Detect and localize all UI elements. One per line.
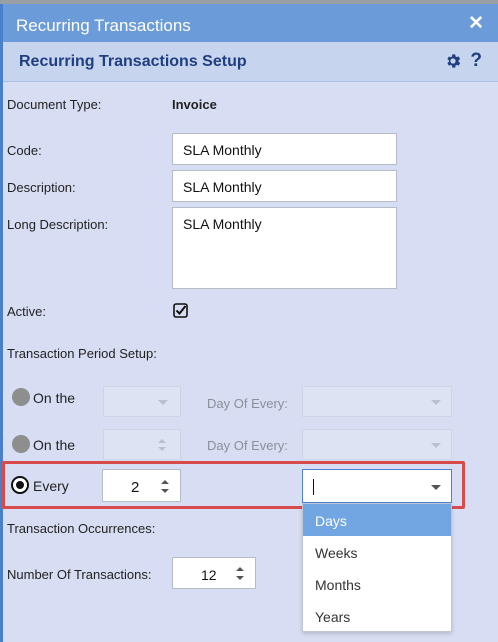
every-label: Every: [33, 478, 69, 494]
chevron-down-icon: [431, 400, 441, 405]
help-icon[interactable]: ?: [470, 50, 482, 72]
on-the-label-2: On the: [33, 437, 76, 453]
on-the-radio-1[interactable]: [12, 388, 30, 406]
gear-icon[interactable]: [444, 52, 462, 70]
every-unit-select[interactable]: [302, 469, 452, 503]
unit-dropdown-list: Days Weeks Months Years: [302, 503, 452, 632]
every-radio[interactable]: [11, 476, 29, 494]
document-type-label: Document Type:: [7, 97, 102, 112]
stepper-down-icon: [158, 447, 166, 451]
day-of-every-select-1[interactable]: [302, 386, 452, 417]
description-label: Description:: [7, 180, 76, 195]
window-title: Recurring Transactions: [16, 16, 191, 35]
stepper-up-icon[interactable]: [161, 480, 169, 484]
active-checkbox[interactable]: [173, 303, 188, 318]
setup-header: Recurring Transactions Setup ?: [3, 42, 498, 82]
on-the-day-stepper-2[interactable]: [103, 429, 181, 460]
number-of-transactions-stepper[interactable]: 12: [172, 557, 256, 589]
code-label: Code:: [7, 143, 42, 158]
stepper-up-icon: [158, 439, 166, 443]
text-caret: [313, 479, 314, 495]
active-label: Active:: [7, 304, 47, 319]
number-of-transactions-label: Number Of Transactions:: [7, 567, 152, 582]
chevron-down-icon[interactable]: [431, 485, 441, 490]
chevron-down-icon: [158, 400, 168, 405]
window-titlebar: Recurring Transactions ✕: [3, 4, 498, 42]
description-field[interactable]: SLA Monthly: [172, 170, 397, 202]
stepper-down-icon[interactable]: [236, 576, 244, 580]
document-type-value: Invoice: [172, 97, 217, 112]
on-the-label-1: On the: [33, 390, 76, 406]
day-of-every-label-1: Day Of Every:: [207, 396, 288, 411]
stepper-down-icon[interactable]: [161, 489, 169, 493]
every-value: 2: [131, 479, 140, 496]
on-the-day-select-1[interactable]: [103, 386, 181, 417]
occurrences-section-label: Transaction Occurrences:: [7, 521, 156, 536]
period-section-label: Transaction Period Setup:: [7, 346, 157, 361]
number-of-transactions-value: 12: [201, 567, 217, 583]
day-of-every-label-2: Day Of Every:: [207, 438, 288, 453]
window-left-border: [0, 4, 3, 642]
every-stepper[interactable]: 2: [102, 469, 181, 502]
on-the-radio-2[interactable]: [12, 435, 30, 453]
dropdown-option-weeks[interactable]: Weeks: [303, 536, 451, 568]
stepper-up-icon[interactable]: [236, 567, 244, 571]
code-field[interactable]: SLA Monthly: [172, 133, 397, 165]
dropdown-option-months[interactable]: Months: [303, 568, 451, 600]
long-description-label: Long Description:: [7, 217, 109, 232]
day-of-every-select-2[interactable]: [302, 429, 452, 460]
close-icon[interactable]: ✕: [468, 14, 484, 33]
long-description-textarea[interactable]: SLA Monthly: [172, 207, 397, 289]
page-title: Recurring Transactions Setup: [19, 53, 247, 70]
dropdown-option-years[interactable]: Years: [303, 600, 451, 632]
chevron-down-icon: [431, 443, 441, 448]
dropdown-option-days[interactable]: Days: [303, 504, 451, 536]
